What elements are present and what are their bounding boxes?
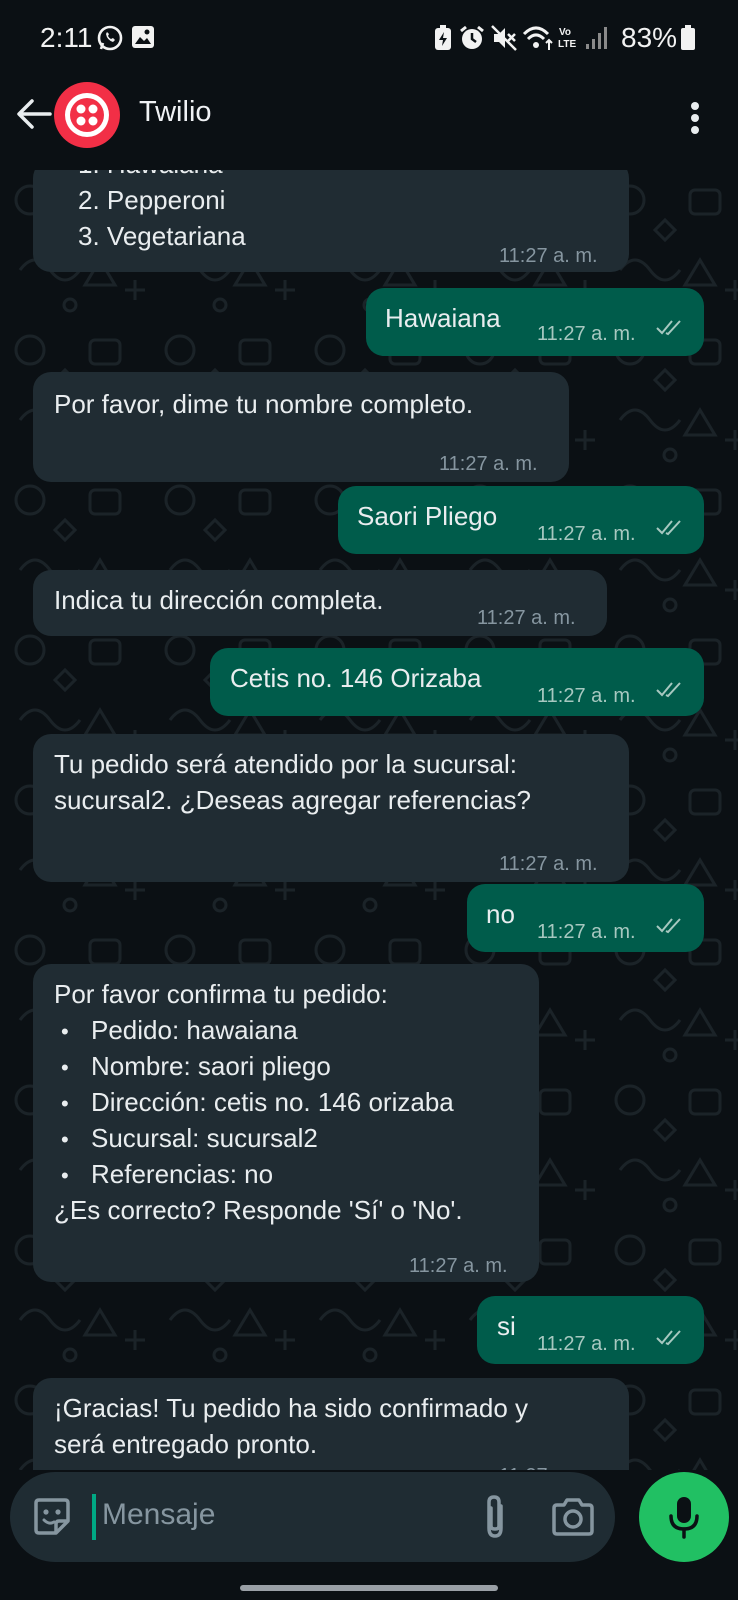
list-item: Pedido: hawaiana [91, 1015, 298, 1045]
bullet-icon: • [61, 1163, 69, 1188]
message-text: ¡Gracias! Tu pedido ha sido confirmado y [54, 1393, 529, 1423]
message-outgoing[interactable]: si 11:27 a. m. [477, 1296, 704, 1364]
list-item: Referencias: no [91, 1159, 274, 1189]
contact-name[interactable]: Twilio [139, 96, 212, 129]
back-arrow-icon[interactable] [12, 92, 56, 136]
text-cursor [92, 1494, 96, 1540]
message-outgoing[interactable]: Saori Pliego 11:27 a. m. [338, 486, 704, 554]
list-item: 2. Pepperoni [78, 185, 226, 215]
message-text: si [497, 1311, 516, 1341]
message-outgoing[interactable]: Hawaiana 11:27 a. m. [366, 288, 704, 356]
message-text: Por favor, dime tu nombre completo. [54, 389, 474, 419]
message-input[interactable]: Mensaje [102, 1498, 215, 1532]
svg-text:Vo: Vo [559, 27, 571, 38]
twilio-logo-icon [65, 93, 109, 137]
whatsapp-icon [97, 25, 123, 51]
read-receipt-icon [656, 320, 681, 336]
message-timestamp: 11:27 a. m. [537, 685, 636, 707]
attach-clip-icon[interactable] [475, 1492, 515, 1542]
message-timestamp: 11:27 a. m. [537, 921, 636, 943]
list-item: Dirección: cetis no. 146 orizaba [91, 1087, 454, 1117]
message-timestamp: 11:27 a. m. [537, 323, 636, 345]
wifi-icon [522, 26, 553, 50]
message-text: Hawaiana [385, 303, 501, 333]
camera-icon[interactable] [550, 1496, 596, 1538]
read-receipt-icon [656, 682, 681, 698]
message-incoming[interactable]: Tu pedido será atendido por la sucursal:… [33, 734, 629, 882]
alarm-icon [460, 25, 484, 49]
message-text: será entregado pronto. [54, 1429, 318, 1459]
chat-header: Twilio [0, 78, 738, 170]
message-outgoing[interactable]: no 11:27 a. m. [467, 884, 704, 952]
status-bar: 2:11 Vo LTE 83% [0, 0, 738, 78]
read-receipt-icon [656, 1330, 681, 1346]
message-text: Por favor confirma tu pedido: [54, 979, 388, 1009]
list-item: 1. Hawaiana [78, 170, 223, 182]
message-timestamp: 11:27 a. m. [499, 245, 598, 267]
message-timestamp: 11:27 a. m. [439, 453, 538, 475]
message-incoming[interactable]: Por favor confirma tu pedido: • Pedido: … [33, 964, 539, 1282]
message-timestamp: 11:27 a. m. [537, 523, 636, 545]
voice-message-button[interactable] [639, 1472, 729, 1562]
bullet-icon: • [61, 1091, 69, 1116]
mute-icon [491, 25, 517, 51]
message-timestamp: 11:27 a. m. [499, 853, 598, 875]
message-text: no [486, 899, 515, 929]
message-incoming[interactable]: 1. Hawaiana 2. Pepperoni 3. Vegetariana … [33, 170, 629, 272]
chat-area[interactable]: 1. Hawaiana 2. Pepperoni 3. Vegetariana … [0, 170, 738, 1470]
message-incoming[interactable]: Por favor, dime tu nombre completo. 11:2… [33, 372, 569, 482]
message-text: Cetis no. 146 Orizaba [230, 663, 482, 693]
bullet-icon: • [61, 1055, 69, 1080]
message-outgoing[interactable]: Cetis no. 146 Orizaba 11:27 a. m. [210, 648, 704, 716]
svg-text:LTE: LTE [558, 39, 576, 50]
list-item: Nombre: saori pliego [91, 1051, 331, 1081]
message-text: Tu pedido será atendido por la sucursal: [54, 749, 517, 779]
status-time: 2:11 [40, 22, 93, 53]
battery-saver-icon [435, 25, 451, 50]
sticker-emoji-icon[interactable] [30, 1495, 74, 1539]
home-indicator[interactable] [240, 1585, 498, 1591]
message-incoming[interactable]: Indica tu dirección completa. 11:27 a. m… [33, 570, 607, 636]
gallery-icon [132, 26, 154, 48]
message-text: Indica tu dirección completa. [54, 585, 384, 615]
message-incoming[interactable]: ¡Gracias! Tu pedido ha sido confirmado y… [33, 1378, 629, 1470]
battery-percentage: 83% [621, 22, 678, 53]
list-item: Sucursal: sucursal2 [91, 1123, 318, 1153]
message-timestamp: 11:27 a. m. [409, 1255, 508, 1277]
signal-icon [586, 27, 607, 49]
list-item: 3. Vegetariana [78, 221, 246, 251]
microphone-icon [669, 1497, 699, 1539]
message-text: sucursal2. ¿Deseas agregar referencias? [54, 785, 531, 815]
bullet-icon: • [61, 1019, 69, 1044]
message-timestamp: 11:27 a. m. [477, 607, 576, 629]
read-receipt-icon [656, 520, 681, 536]
message-timestamp: 11:27 a. m. [499, 1458, 598, 1470]
more-options-icon[interactable] [680, 98, 710, 138]
message-text: Saori Pliego [357, 501, 498, 531]
bullet-icon: • [61, 1127, 69, 1152]
message-composer[interactable]: Mensaje [10, 1472, 615, 1562]
read-receipt-icon [656, 918, 681, 934]
battery-icon [681, 25, 695, 50]
avatar[interactable] [54, 82, 120, 148]
message-timestamp: 11:27 a. m. [537, 1333, 636, 1355]
system-nav-bar [0, 1570, 738, 1600]
message-text: ¿Es correcto? Responde 'Sí' o 'No'. [54, 1195, 463, 1225]
volte-icon: Vo LTE [558, 27, 576, 50]
